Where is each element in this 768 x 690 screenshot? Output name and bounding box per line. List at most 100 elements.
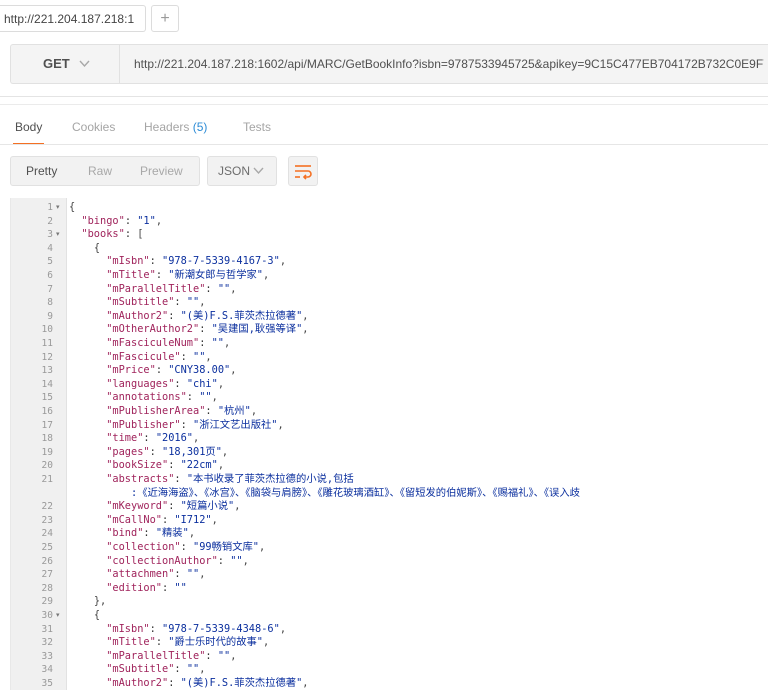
code-line: 4 {	[11, 242, 768, 256]
code-line: 14 "languages": "chi",	[11, 378, 768, 392]
json-punctuation: ,	[217, 377, 225, 390]
line-number: 6	[47, 270, 53, 281]
json-key: "edition"	[106, 581, 162, 594]
line-number: 9	[47, 310, 53, 322]
tab-headers[interactable]: Headers (5)	[144, 120, 207, 144]
line-number: 5	[47, 256, 53, 268]
json-key: "mSubtitle"	[106, 663, 175, 676]
code-line: 20 "bookSize": "22cm",	[11, 459, 768, 473]
line-number: 30	[41, 610, 53, 621]
json-key: "mIsbn"	[106, 255, 150, 268]
code-text: "bookSize": "22cm",	[106, 459, 225, 472]
json-punctuation: ,	[234, 500, 241, 513]
json-value: "I712"	[174, 513, 212, 526]
view-toolbar: Pretty Raw Preview JSON	[0, 150, 768, 192]
format-dropdown[interactable]: JSON	[207, 156, 277, 186]
json-value: "浙江文艺出版社"	[193, 418, 278, 431]
code-line: 13 "mPrice": "CNY38.00",	[11, 364, 768, 378]
json-value: "22cm"	[180, 459, 218, 472]
json-punctuation: {	[69, 201, 76, 213]
json-value: "18,301页"	[162, 445, 222, 458]
raw-button[interactable]: Raw	[88, 157, 112, 185]
json-punctuation: ,	[302, 323, 309, 336]
code-line: 33 "mParallelTitle": "",	[11, 650, 768, 664]
code-line: :《近海海盗》、《冰宫》、《脑袋与肩膀》、《雕花玻璃酒缸》、《留短发的伯妮斯》、…	[11, 487, 768, 501]
code-line: 6 "mTitle": "新潮女郎与哲学家",	[11, 269, 768, 283]
json-key: "pages"	[106, 445, 150, 458]
chevron-down-icon	[79, 45, 90, 99]
json-value: "(美)F.S.菲茨杰拉德著"	[180, 677, 303, 689]
wrap-icon	[289, 165, 317, 189]
code-text: "time": "2016",	[106, 432, 200, 445]
tab-body-label: Body	[15, 120, 43, 134]
json-value: "短篇小说"	[180, 500, 235, 513]
json-key: "mPublisher"	[106, 418, 181, 431]
json-value: "1"	[137, 214, 156, 227]
code-line: 35 "mAuthor2": "(美)F.S.菲茨杰拉德著",	[11, 677, 768, 690]
json-key: "collection"	[106, 541, 181, 553]
json-key: "time"	[106, 432, 144, 445]
request-url-row: GET http://221.204.187.218:1602/api/MARC…	[10, 44, 768, 84]
line-number: 33	[41, 650, 53, 662]
json-key: "bind"	[106, 527, 144, 540]
line-number: 4	[47, 242, 53, 254]
line-number: 1	[47, 202, 53, 213]
code-text: },	[69, 595, 106, 609]
fold-toggle-icon[interactable]: ▾	[56, 609, 60, 623]
json-key: "mParallelTitle"	[106, 282, 206, 295]
line-number: 22	[41, 501, 53, 513]
response-body-code[interactable]: 1 ▾{2 "bingo": "1", 3 ▾ "books": [4 {5 "mIs…	[10, 198, 768, 690]
method-dropdown[interactable]: GET	[11, 45, 120, 83]
tab-cookies[interactable]: Cookies	[72, 120, 115, 144]
json-key: "books"	[81, 228, 125, 241]
preview-button[interactable]: Preview	[140, 157, 183, 185]
json-value: "978-7-5339-4167-3"	[162, 255, 280, 268]
json-key: "bookSize"	[106, 459, 169, 472]
line-number: 16	[41, 406, 53, 417]
json-key: "attachmen"	[106, 568, 175, 581]
json-value: "CNY38.00"	[168, 364, 231, 377]
json-value: "chi"	[186, 377, 218, 390]
json-punctuation: ,	[263, 269, 270, 281]
json-key: "abstracts"	[106, 473, 175, 485]
json-punctuation: ,	[230, 282, 237, 295]
code-line: 25 "collection": "99畅销文库",	[11, 541, 768, 555]
code-line: 34 "mSubtitle": "",	[11, 663, 768, 677]
line-number: 14	[41, 378, 53, 390]
fold-toggle-icon[interactable]: ▾	[56, 228, 60, 242]
line-number: 2	[47, 215, 53, 227]
request-tab[interactable]: http://221.204.187.218:1	[0, 5, 146, 32]
json-value: "2016"	[155, 432, 194, 445]
code-text: {	[69, 609, 100, 623]
url-input[interactable]: http://221.204.187.218:1602/api/MARC/Get…	[134, 45, 764, 83]
code-line: 23 "mCallNo": "I712",	[11, 514, 768, 528]
json-value: "精装"	[155, 527, 189, 540]
json-key: "collectionAuthor"	[106, 554, 218, 567]
code-line: 11 "mFasciculeNum": "",	[11, 337, 768, 351]
json-punctuation: ,	[188, 527, 196, 540]
code-line: 3 ▾ "books": [	[11, 228, 768, 242]
code-text: "bingo": "1",	[81, 214, 163, 227]
code-line: 10 "mOtherAuthor2": "吴建国,耿强等译",	[11, 323, 768, 337]
tab-strip: http://221.204.187.218:1 +	[0, 0, 768, 36]
json-punctuation: ,	[199, 296, 206, 309]
line-number: 3	[47, 229, 53, 241]
fold-toggle-icon[interactable]: ▾	[56, 201, 60, 215]
json-punctuation: ,	[263, 636, 270, 649]
code-text: "edition": ""	[106, 581, 187, 594]
line-number: 15	[41, 392, 53, 404]
tab-tests[interactable]: Tests	[243, 120, 271, 144]
code-text: "mSubtitle": "",	[106, 296, 206, 309]
tab-body[interactable]: Body	[12, 120, 45, 145]
json-key: "bingo"	[81, 214, 125, 227]
line-number: 25	[41, 542, 53, 553]
code-text: "pages": "18,301页",	[106, 445, 229, 458]
code-line: 27 "attachmen": "",	[11, 568, 768, 582]
json-value: "(美)F.S.菲茨杰拉德著"	[180, 309, 303, 322]
json-punctuation: ,	[279, 622, 287, 635]
wrap-lines-button[interactable]	[288, 156, 318, 186]
pretty-button[interactable]: Pretty	[26, 157, 57, 185]
new-tab-button[interactable]: +	[151, 5, 179, 32]
headers-count-badge: (5)	[192, 120, 208, 134]
json-value: ""	[186, 296, 200, 309]
